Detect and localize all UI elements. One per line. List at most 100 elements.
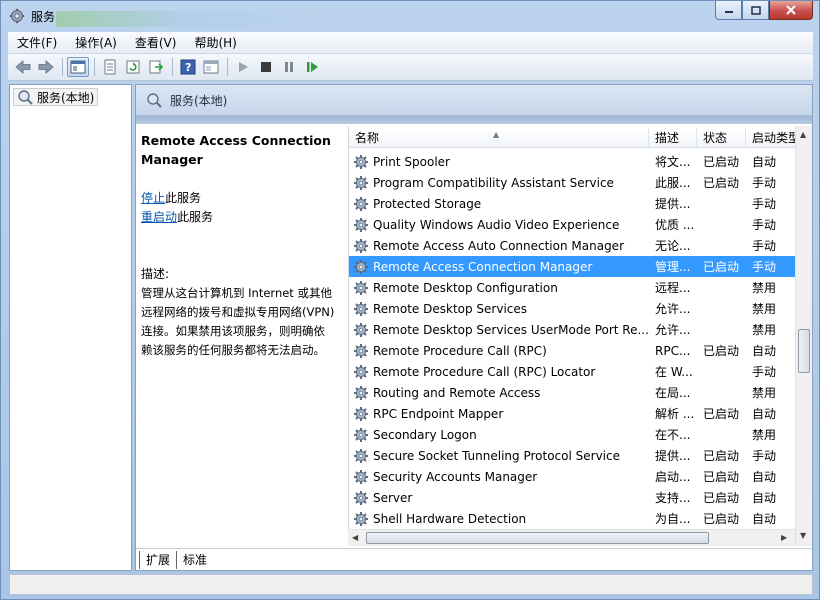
service-description-cell: 优质 ...: [655, 218, 695, 232]
service-description-cell: 提供...: [655, 449, 691, 463]
horizontal-scroll-thumb[interactable]: [366, 532, 709, 544]
column-header-status[interactable]: 状态: [697, 128, 746, 148]
minimize-button[interactable]: [715, 1, 742, 20]
window-icon: [203, 60, 219, 74]
vertical-scroll-thumb[interactable]: [798, 329, 810, 373]
tab-standard[interactable]: 标准: [176, 551, 215, 569]
list-header: 名称 ▲ 描述 状态 启动类型: [349, 128, 795, 148]
gear-icon: [354, 280, 368, 295]
column-header-startup-type[interactable]: 启动类型: [746, 128, 795, 148]
table-row[interactable]: Server 支持... 已启动 自动: [349, 487, 795, 508]
gear-icon: [354, 469, 368, 484]
menu-action[interactable]: 操作(A): [66, 34, 126, 51]
table-row[interactable]: Print Spooler 将文... 已启动 自动: [349, 151, 795, 172]
table-row[interactable]: Remote Desktop Configuration 远程... 禁用: [349, 277, 795, 298]
table-row[interactable]: RPC Endpoint Mapper 解析 ... 已启动 自动: [349, 403, 795, 424]
back-button[interactable]: [12, 57, 34, 77]
pause-service-button[interactable]: [278, 57, 300, 77]
refresh-button[interactable]: [122, 57, 144, 77]
properties-window-button[interactable]: [200, 57, 222, 77]
console-tree: 服务(本地): [9, 84, 132, 571]
service-startup-cell: 禁用: [752, 386, 777, 400]
table-row[interactable]: Remote Desktop Services 允许... 禁用: [349, 298, 795, 319]
tree-item-services-local[interactable]: 服务(本地): [13, 88, 99, 106]
restart-link-suffix: 此服务: [177, 210, 214, 224]
back-arrow-icon: [15, 60, 31, 74]
service-name-cell: Security Accounts Manager: [349, 469, 649, 485]
service-description-cell: 将文...: [655, 155, 691, 169]
toolbar-separator: [172, 58, 173, 76]
table-row[interactable]: Remote Desktop Services UserMode Port Re…: [349, 319, 795, 340]
service-description-cell: 在局...: [655, 386, 691, 400]
service-name-cell: Quality Windows Audio Video Experience: [349, 217, 649, 233]
service-status-cell: 已启动: [703, 491, 740, 505]
help-button[interactable]: ?: [177, 57, 199, 77]
stop-icon: [261, 62, 271, 72]
service-name-cell: RPC Endpoint Mapper: [349, 406, 649, 422]
service-name-cell: Remote Access Connection Manager: [349, 259, 649, 275]
table-row[interactable]: Remote Access Connection Manager 管理... 已启动…: [349, 256, 795, 277]
toolbar: ?: [8, 54, 813, 81]
description-line: 赖该服务的任何服务都将无法启动。: [141, 343, 325, 357]
table-row[interactable]: Quality Windows Audio Video Experience 优质…: [349, 214, 795, 235]
maximize-button[interactable]: [742, 1, 769, 20]
service-name: Server: [373, 490, 413, 505]
gear-icon: [354, 427, 368, 442]
service-name: Quality Windows Audio Video Experience: [373, 217, 620, 232]
service-name-cell: Shell Hardware Detection: [349, 511, 649, 527]
table-row[interactable]: Protected Storage 提供... 手动: [349, 193, 795, 214]
service-description-cell: 管理...: [655, 260, 691, 274]
service-description-cell: 启动...: [655, 470, 691, 484]
service-name-cell: Routing and Remote Access: [349, 385, 649, 401]
service-description-cell: 为自...: [655, 512, 691, 526]
table-row[interactable]: Remote Access Auto Connection Manager 无论.…: [349, 235, 795, 256]
horizontal-scrollbar[interactable]: ◀ ▶: [348, 529, 795, 546]
stop-service-button[interactable]: [255, 57, 277, 77]
service-startup-cell: 手动: [752, 197, 777, 211]
menu-file[interactable]: 文件(F): [8, 34, 66, 51]
table-row[interactable]: Shell Hardware Detection 为自... 已启动 自动: [349, 508, 795, 529]
menu-help[interactable]: 帮助(H): [185, 34, 245, 51]
scroll-up-icon[interactable]: ▲: [800, 130, 806, 139]
restart-service-button[interactable]: [301, 57, 323, 77]
window-controls: [715, 1, 813, 21]
service-description-cell: 允许...: [655, 302, 691, 316]
vertical-scrollbar[interactable]: ▲ ▼: [795, 126, 812, 546]
show-hide-console-tree-button[interactable]: [67, 57, 89, 77]
service-name-cell: Remote Desktop Configuration: [349, 280, 649, 296]
forward-button[interactable]: [35, 57, 57, 77]
table-row[interactable]: Secure Socket Tunneling Protocol Service…: [349, 445, 795, 466]
service-startup-cell: 禁用: [752, 281, 777, 295]
column-header-description[interactable]: 描述: [649, 128, 697, 148]
title-bar[interactable]: 服务: [1, 1, 819, 31]
gear-icon: [354, 322, 368, 337]
properties-button[interactable]: [99, 57, 121, 77]
menu-view[interactable]: 查看(V): [126, 34, 186, 51]
service-name-cell: Remote Procedure Call (RPC) Locator: [349, 364, 649, 380]
restart-service-link[interactable]: 重启动: [141, 210, 177, 224]
service-startup-cell: 手动: [752, 365, 777, 379]
minimize-icon: [724, 11, 733, 13]
table-row[interactable]: Remote Procedure Call (RPC) RPC... 已启动 自动: [349, 340, 795, 361]
close-button[interactable]: [769, 1, 813, 20]
gear-icon: [354, 154, 368, 169]
scroll-left-icon[interactable]: ◀: [352, 533, 358, 542]
tab-extended[interactable]: 扩展: [139, 551, 178, 569]
table-row[interactable]: Routing and Remote Access 在局... 禁用: [349, 382, 795, 403]
table-row[interactable]: Secondary Logon 在不... 禁用: [349, 424, 795, 445]
gear-icon: [354, 175, 368, 190]
forward-arrow-icon: [38, 60, 54, 74]
column-header-name[interactable]: 名称 ▲: [349, 128, 649, 148]
stop-service-link[interactable]: 停止: [141, 191, 165, 205]
scroll-down-icon[interactable]: ▼: [800, 531, 806, 540]
service-name-cell: Remote Desktop Services UserMode Port Re…: [349, 322, 649, 338]
table-row[interactable]: Remote Procedure Call (RPC) Locator 在 W..…: [349, 361, 795, 382]
export-list-button[interactable]: [145, 57, 167, 77]
description-label: 描述:: [141, 267, 170, 281]
start-service-button[interactable]: [232, 57, 254, 77]
scroll-right-icon[interactable]: ▶: [781, 533, 787, 542]
gear-icon: [354, 364, 368, 379]
table-row[interactable]: Security Accounts Manager 启动... 已启动 自动: [349, 466, 795, 487]
table-row[interactable]: Program Compatibility Assistant Service 此…: [349, 172, 795, 193]
service-startup-cell: 自动: [752, 407, 777, 421]
